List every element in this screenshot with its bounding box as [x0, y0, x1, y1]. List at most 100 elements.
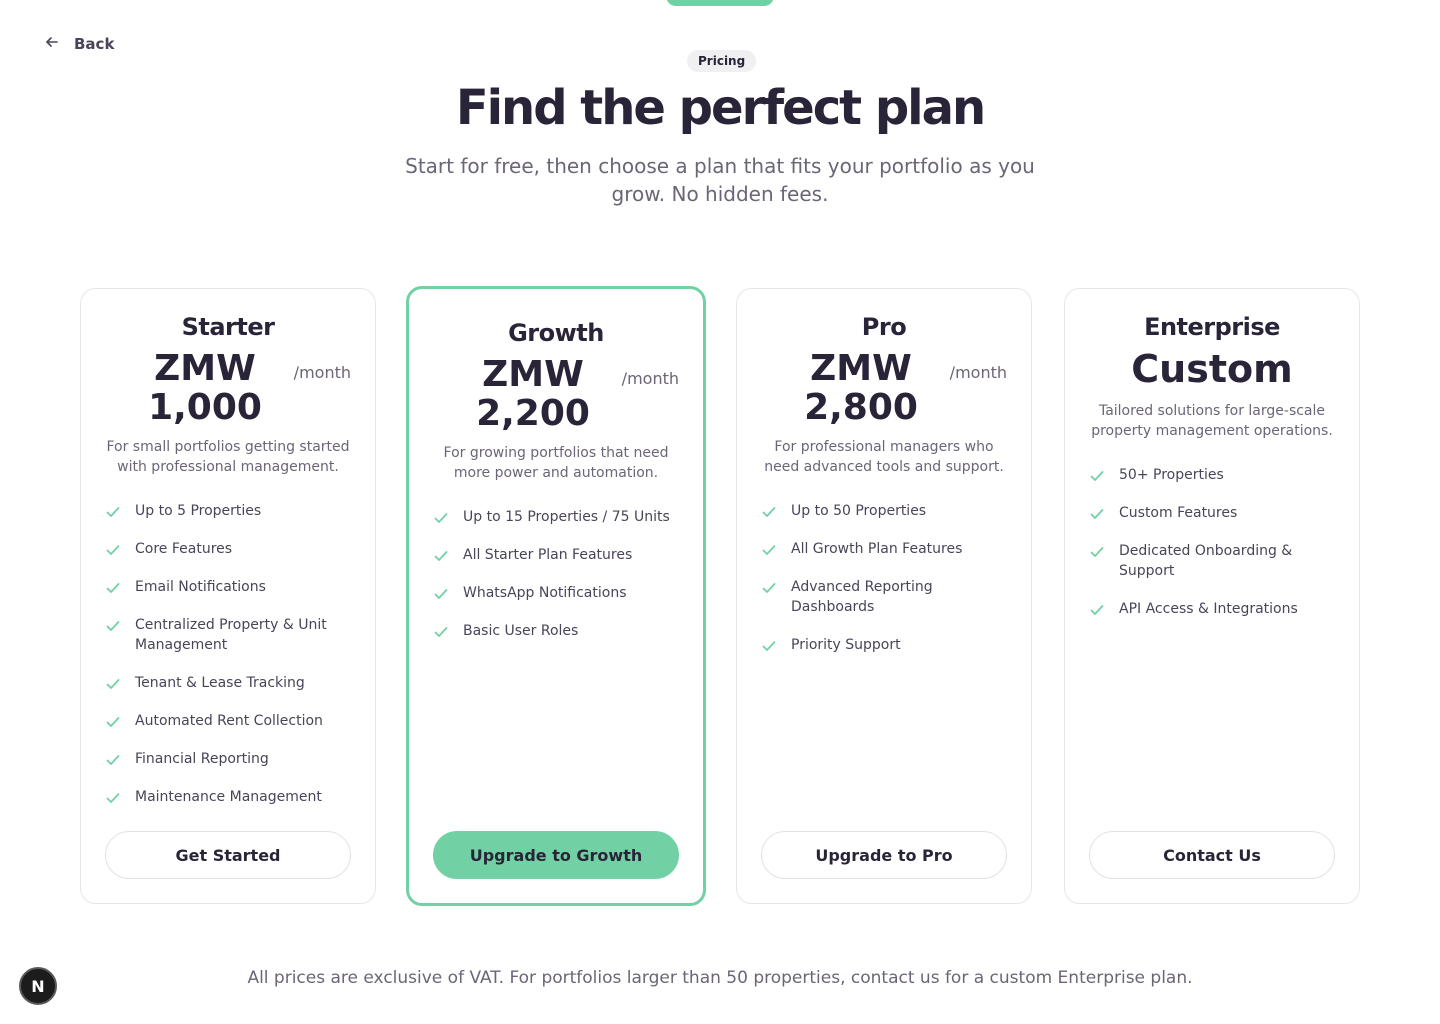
plan-period: /month — [949, 363, 1007, 382]
feature-item: Maintenance Management — [105, 787, 351, 807]
price-row: ZMW 2,800 /month — [761, 349, 1007, 429]
check-icon — [433, 586, 449, 602]
pricing-footnote: All prices are exclusive of VAT. For por… — [247, 968, 1193, 988]
check-icon — [105, 676, 121, 692]
plan-description: For small portfolios getting started wit… — [106, 439, 350, 475]
check-icon — [105, 542, 121, 558]
plan-name: Enterprise — [1144, 313, 1280, 341]
feature-label: Up to 5 Properties — [135, 503, 262, 519]
price-row: ZMW 2,200 /month — [433, 355, 679, 435]
price-row: ZMW 1,000 /month — [105, 349, 351, 429]
plan-card-pro: Pro ZMW 2,800 /month For professional ma… — [736, 288, 1032, 904]
feature-list: Up to 50 Properties All Growth Plan Feat… — [761, 501, 1007, 655]
check-icon — [105, 618, 121, 634]
feature-label: Automated Rent Collection — [135, 713, 323, 729]
plan-price: Custom — [1131, 347, 1293, 391]
feature-item: Email Notifications — [105, 577, 351, 597]
plan-description: For growing portfolios that need more po… — [443, 445, 669, 481]
feature-item: All Growth Plan Features — [761, 539, 1007, 559]
check-icon — [1089, 544, 1105, 560]
top-banner-pill[interactable] — [666, 0, 774, 6]
check-icon — [433, 624, 449, 640]
feature-item: Tenant & Lease Tracking — [105, 673, 351, 693]
check-icon — [761, 504, 777, 520]
check-icon — [433, 510, 449, 526]
feature-item: 50+ Properties — [1089, 465, 1335, 485]
check-icon — [433, 548, 449, 564]
feature-label: API Access & Integrations — [1119, 601, 1298, 617]
plan-name: Starter — [181, 313, 275, 341]
feature-list: 50+ Properties Custom Features Dedicated… — [1089, 465, 1335, 619]
back-label: Back — [74, 35, 115, 53]
check-icon — [761, 580, 777, 596]
check-icon — [105, 504, 121, 520]
feature-list: Up to 5 Properties Core Features Email N… — [105, 501, 351, 807]
feature-label: Dedicated Onboarding & Support — [1119, 543, 1293, 579]
dev-tools-badge[interactable]: N — [19, 967, 57, 1005]
feature-item: Automated Rent Collection — [105, 711, 351, 731]
check-icon — [1089, 506, 1105, 522]
feature-label: WhatsApp Notifications — [463, 585, 627, 601]
check-icon — [761, 638, 777, 654]
check-icon — [761, 542, 777, 558]
feature-label: Priority Support — [791, 637, 901, 653]
feature-label: 50+ Properties — [1119, 467, 1224, 483]
feature-item: Advanced Reporting Dashboards — [761, 577, 1007, 617]
check-icon — [105, 714, 121, 730]
feature-item: Core Features — [105, 539, 351, 559]
plan-description: For professional managers who need advan… — [764, 439, 1004, 475]
feature-label: Financial Reporting — [135, 751, 269, 767]
feature-label: Advanced Reporting Dashboards — [791, 579, 933, 615]
plan-card-growth: Growth ZMW 2,200 /month For growing port… — [406, 286, 706, 906]
feature-label: Email Notifications — [135, 579, 266, 595]
feature-item: Up to 50 Properties — [761, 501, 1007, 521]
get-started-button[interactable]: Get Started — [105, 831, 351, 879]
feature-list: Up to 15 Properties / 75 Units All Start… — [433, 507, 679, 641]
arrow-left-icon — [44, 34, 60, 54]
feature-label: Maintenance Management — [135, 789, 322, 805]
check-icon — [105, 752, 121, 768]
check-icon — [105, 790, 121, 806]
feature-label: Basic User Roles — [463, 623, 579, 639]
feature-item: All Starter Plan Features — [433, 545, 679, 565]
plan-period: /month — [293, 363, 351, 382]
page-subtitle: Start for free, then choose a plan that … — [405, 154, 1035, 206]
plan-name: Growth — [508, 319, 604, 347]
feature-label: All Growth Plan Features — [791, 541, 963, 557]
feature-label: Up to 50 Properties — [791, 503, 927, 519]
feature-item: Up to 15 Properties / 75 Units — [433, 507, 679, 527]
upgrade-to-pro-button[interactable]: Upgrade to Pro — [761, 831, 1007, 879]
feature-item: Up to 5 Properties — [105, 501, 351, 521]
contact-us-button[interactable]: Contact Us — [1089, 831, 1335, 879]
plan-card-starter: Starter ZMW 1,000 /month For small portf… — [80, 288, 376, 904]
pricing-page: Back Pricing Find the perfect plan Start… — [0, 0, 1440, 1024]
pricing-badge: Pricing — [687, 50, 757, 72]
plan-price: ZMW 2,800 — [804, 348, 918, 428]
plan-price: ZMW 1,000 — [148, 348, 262, 428]
feature-item: Custom Features — [1089, 503, 1335, 523]
feature-label: Tenant & Lease Tracking — [135, 675, 305, 691]
feature-item: Centralized Property & Unit Management — [105, 615, 351, 655]
feature-item: Basic User Roles — [433, 621, 679, 641]
feature-item: Financial Reporting — [105, 749, 351, 769]
check-icon — [1089, 602, 1105, 618]
feature-label: Centralized Property & Unit Management — [135, 617, 327, 653]
check-icon — [1089, 468, 1105, 484]
feature-item: Dedicated Onboarding & Support — [1089, 541, 1335, 581]
plan-period: /month — [621, 369, 679, 388]
feature-label: Custom Features — [1119, 505, 1238, 521]
page-title: Find the perfect plan — [455, 80, 986, 136]
feature-label: All Starter Plan Features — [463, 547, 633, 563]
upgrade-to-growth-button[interactable]: Upgrade to Growth — [433, 831, 679, 879]
plan-name: Pro — [861, 313, 907, 341]
feature-item: WhatsApp Notifications — [433, 583, 679, 603]
plan-price: ZMW 2,200 — [476, 354, 590, 434]
feature-item: Priority Support — [761, 635, 1007, 655]
back-link[interactable]: Back — [44, 34, 114, 54]
feature-label: Core Features — [135, 541, 233, 557]
plan-card-enterprise: Enterprise Custom Tailored solutions for… — [1064, 288, 1360, 904]
check-icon — [105, 580, 121, 596]
feature-item: API Access & Integrations — [1089, 599, 1335, 619]
feature-label: Up to 15 Properties / 75 Units — [463, 509, 670, 525]
plan-description: Tailored solutions for large-scale prope… — [1091, 403, 1333, 439]
